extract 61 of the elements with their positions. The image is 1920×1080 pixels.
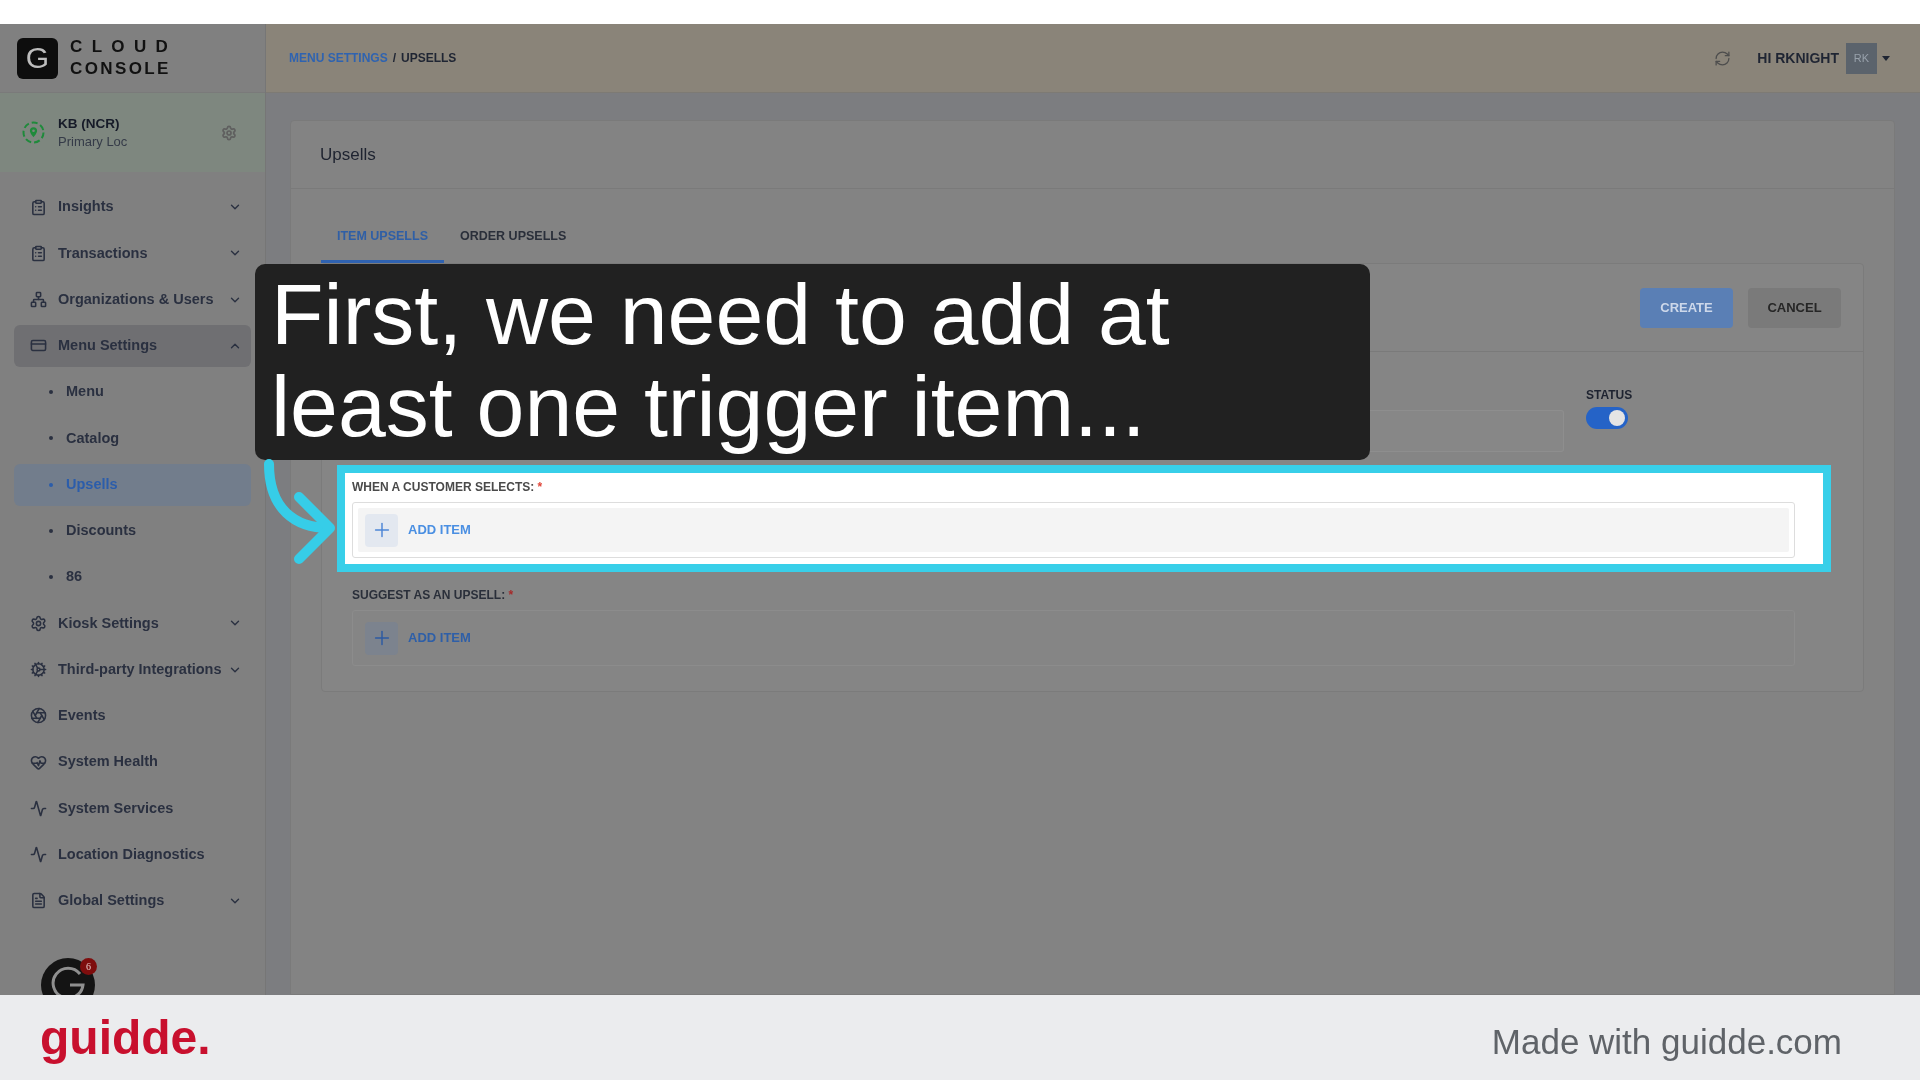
bullet-icon [49,482,53,487]
location-subtitle: Primary Loc [58,132,129,151]
location-pin-icon [22,121,45,144]
refresh-icon[interactable] [1714,49,1732,67]
section-label: SUGGEST AS AN UPSELL: * [352,588,515,602]
settings-icon [30,614,47,632]
cancel-button[interactable]: CANCEL [1748,287,1841,328]
bullet-icon [49,575,53,580]
sidebar-item[interactable]: Transactions [14,232,251,275]
greeting-text: HI RKNIGHT [1757,48,1839,68]
notification-badge: 6 [80,958,97,975]
logo-text: CLOUD [70,36,178,58]
breadcrumb-separator: / [392,50,396,67]
bullet-icon [49,528,53,533]
item-list-field[interactable]: ADD ITEM [352,610,1795,666]
sidebar-subitem[interactable]: Discounts [14,509,251,552]
sidebar-item[interactable]: Events [14,694,251,737]
heart-pulse-icon [30,753,47,771]
pulse-line-icon [30,799,47,817]
sidebar-subitem[interactable]: 86 [14,556,251,599]
sidebar-item[interactable]: Organizations & Users [14,278,251,321]
item-list-field[interactable]: ADD ITEM [352,502,1795,558]
plus-icon [365,621,398,655]
org-chart-icon [30,291,47,309]
bullet-icon [49,436,53,441]
section-label: WHEN A CUSTOMER SELECTS: * [352,480,544,494]
add-item-button[interactable]: ADD ITEM [365,621,471,655]
user-avatar[interactable]: RK [1846,42,1877,74]
plus-icon [365,513,398,547]
sidebar-item[interactable]: Menu Settings [14,324,251,367]
logo-mark: G [17,37,58,79]
sidebar-subitem[interactable]: Catalog [14,417,251,460]
tab[interactable]: ORDER UPSELLS [444,222,583,263]
name-input-field[interactable] [1370,410,1564,452]
sidebar-item[interactable]: Location Diagnostics [14,833,251,876]
aperture-icon [30,707,47,725]
bullet-icon [49,390,53,395]
clipboard-icon [30,244,47,262]
logo-text: CONSOLE [70,58,172,80]
sidebar-item[interactable]: Global Settings [14,879,251,922]
status-label: STATUS [1586,388,1634,402]
sidebar-subitem[interactable]: Menu [14,371,251,414]
add-item-button[interactable]: ADD ITEM [365,513,471,547]
sidebar-item[interactable]: Insights [14,186,251,229]
sidebar-item[interactable]: Third-party Integrations [14,648,251,691]
caption-text: First, we need to add at least one trigger item... [271,268,1170,452]
page-title: Upsells [320,143,376,166]
status-toggle[interactable] [1586,407,1628,429]
document-icon [30,892,47,910]
create-button[interactable]: CREATE [1640,287,1733,328]
sidebar-item[interactable]: System Health [14,741,251,784]
cog-icon [30,661,47,679]
brand-wordmark[interactable]: guidde. [40,1013,211,1062]
credit-text: Made with guidde.com [1491,1021,1842,1059]
breadcrumb-current: UPSELLS [401,50,457,67]
clipboard-icon [30,198,47,216]
sidebar-item[interactable]: Kiosk Settings [14,602,251,645]
sidebar-item[interactable]: System Services [14,787,251,830]
location-name: KB (NCR) [58,114,121,133]
caret-down-icon[interactable] [1882,55,1890,61]
pulse-line-icon [30,846,47,864]
